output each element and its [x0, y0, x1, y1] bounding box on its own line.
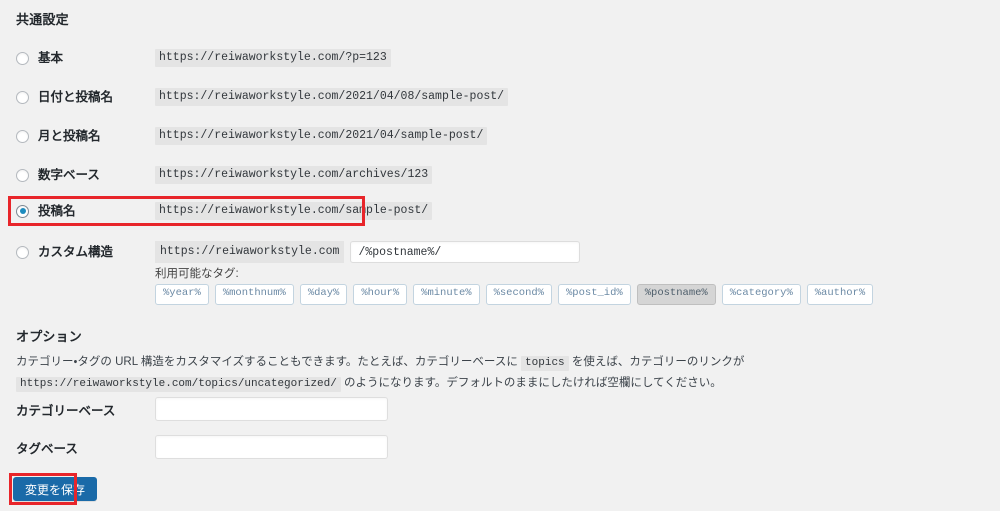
radio-icon-day-and-name[interactable] — [16, 90, 29, 104]
tag-button-monthnum[interactable]: %monthnum% — [214, 284, 294, 305]
tag-button-postname[interactable]: %postname% — [636, 284, 716, 305]
save-changes-button[interactable]: 変更を保存 — [13, 477, 98, 501]
permalink-option-row-numeric[interactable]: 数字ベース https://reiwaworkstyle.com/archive… — [0, 161, 1000, 189]
permalink-example-url-numeric: https://reiwaworkstyle.com/archives/123 — [155, 165, 433, 185]
permalink-option-label-cell-post-name[interactable]: 投稿名 — [0, 203, 155, 218]
permalink-settings-page: 共通設定 基本 https://reiwaworkstyle.com/?p=12… — [0, 0, 1000, 511]
permalink-option-label-day-and-name: 日付と投稿名 — [38, 89, 114, 104]
permalink-option-label-cell-month-and-name[interactable]: 月と投稿名 — [0, 128, 155, 143]
custom-structure-input[interactable]: /%postname%/ — [350, 241, 581, 263]
options-description: カテゴリー・タグの URL 構造をカスタマイズすることもできます。たとえば、カテ… — [16, 352, 988, 395]
tag-button-category[interactable]: %category% — [721, 284, 801, 305]
category-base-row: カテゴリーベース — [0, 396, 1000, 422]
available-tag-button-group: %year% %monthnum% %day% %hour% %minute% … — [155, 284, 874, 305]
permalink-option-label-custom-structure: カスタム構造 — [38, 244, 114, 259]
tag-base-input[interactable] — [155, 435, 388, 459]
permalink-example-url-month-and-name: https://reiwaworkstyle.com/2021/04/sampl… — [155, 126, 488, 146]
radio-icon-post-name-selected[interactable] — [16, 204, 29, 218]
tag-button-second[interactable]: %second% — [485, 284, 552, 305]
permalink-example-url-post-name: https://reiwaworkstyle.com/sample-post/ — [155, 201, 433, 221]
permalink-option-label-cell-day-and-name[interactable]: 日付と投稿名 — [0, 89, 155, 104]
tag-button-day[interactable]: %day% — [299, 284, 348, 305]
radio-icon-basic[interactable] — [16, 51, 29, 65]
permalink-option-row-post-name[interactable]: 投稿名 https://reiwaworkstyle.com/sample-po… — [0, 197, 1000, 225]
permalink-example-url-day-and-name: https://reiwaworkstyle.com/2021/04/08/sa… — [155, 87, 509, 107]
permalink-example-url-basic: https://reiwaworkstyle.com/?p=123 — [155, 48, 391, 68]
permalink-option-label-month-and-name: 月と投稿名 — [38, 128, 101, 143]
page-title-options: オプション — [16, 329, 83, 344]
tag-button-author[interactable]: %author% — [806, 284, 874, 305]
options-description-code-url: https://reiwaworkstyle.com/topics/uncate… — [16, 377, 341, 393]
permalink-option-label-cell-custom-structure[interactable]: カスタム構造 — [0, 244, 155, 259]
custom-structure-fields: https://reiwaworkstyle.com /%postname%/ — [155, 241, 581, 263]
permalink-option-label-cell-numeric[interactable]: 数字ベース — [0, 167, 155, 182]
permalink-option-row-month-and-name[interactable]: 月と投稿名 https://reiwaworkstyle.com/2021/04… — [0, 122, 1000, 150]
radio-icon-month-and-name[interactable] — [16, 129, 29, 143]
tag-base-row: タグベース — [0, 434, 1000, 460]
options-description-text-1: カテゴリー・タグの URL 構造をカスタマイズすることもできます。たとえば、カテ… — [16, 356, 522, 368]
permalink-option-label-cell-basic[interactable]: 基本 — [0, 50, 155, 65]
tag-button-hour[interactable]: %hour% — [353, 284, 408, 305]
permalink-option-label-numeric: 数字ベース — [38, 167, 100, 182]
tag-button-post-id[interactable]: %post_id% — [558, 284, 631, 305]
radio-icon-numeric[interactable] — [16, 168, 29, 182]
custom-structure-url-prefix: https://reiwaworkstyle.com — [155, 241, 345, 263]
tag-base-label: タグベース — [16, 441, 78, 456]
available-tags-label: 利用可能なタグ: — [155, 268, 239, 280]
category-base-label: カテゴリーベース — [16, 403, 116, 418]
permalink-option-row-basic[interactable]: 基本 https://reiwaworkstyle.com/?p=123 — [0, 44, 1000, 72]
page-title-common-settings: 共通設定 — [16, 12, 69, 27]
permalink-option-label-basic: 基本 — [38, 50, 64, 65]
options-description-text-2: を使えば、カテゴリーのリンクが — [568, 356, 745, 368]
permalink-option-row-day-and-name[interactable]: 日付と投稿名 https://reiwaworkstyle.com/2021/0… — [0, 83, 1000, 111]
permalink-option-row-custom-structure[interactable]: カスタム構造 https://reiwaworkstyle.com /%post… — [0, 238, 1000, 266]
category-base-input[interactable] — [155, 397, 388, 421]
radio-icon-custom-structure[interactable] — [16, 245, 29, 259]
permalink-option-label-post-name: 投稿名 — [38, 203, 76, 218]
options-description-text-3: のようになります。デフォルトのままにしたければ空欄にしてください。 — [340, 377, 722, 390]
tag-button-minute[interactable]: %minute% — [413, 284, 480, 305]
tag-button-year[interactable]: %year% — [155, 284, 209, 305]
options-description-code-topics: topics — [521, 356, 569, 371]
